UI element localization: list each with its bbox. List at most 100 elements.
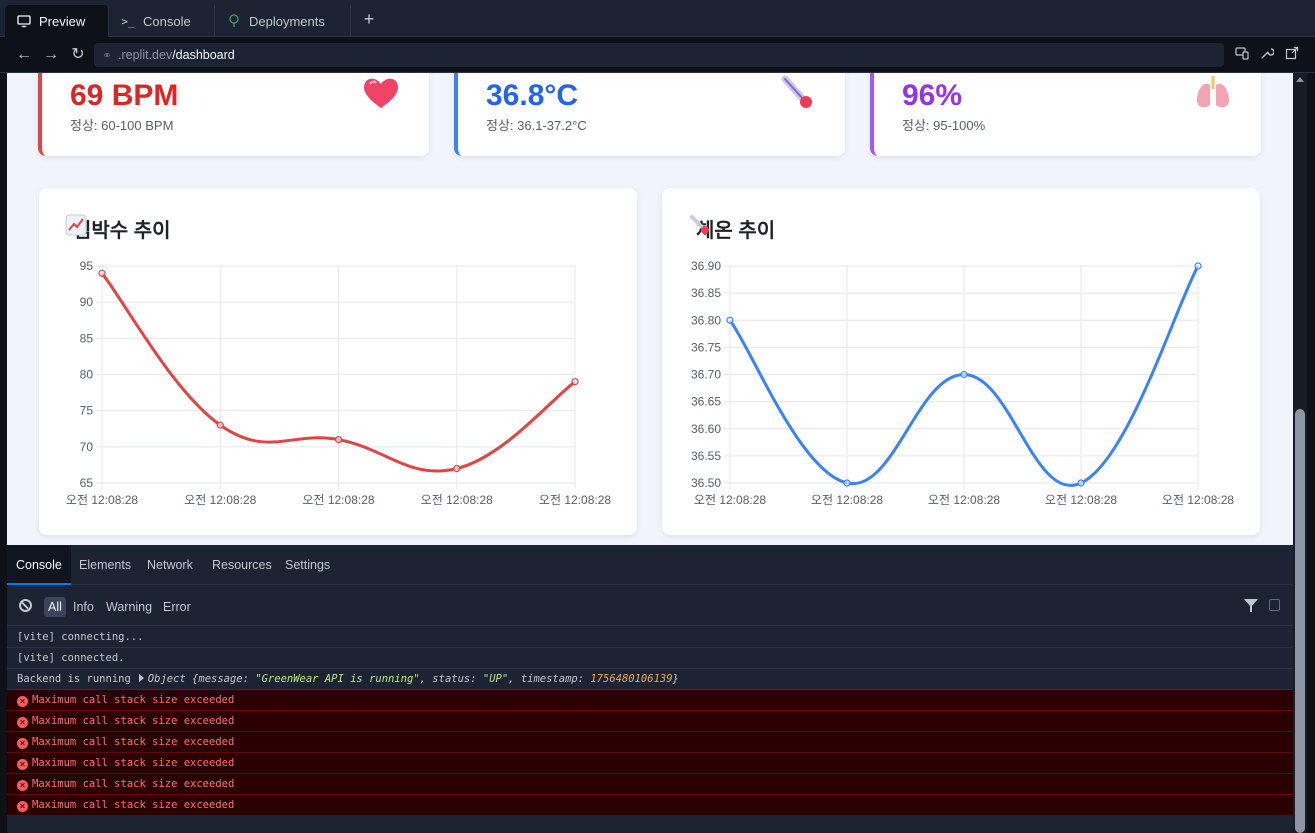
terminal-icon: >_	[121, 14, 135, 28]
tab-label: Console	[143, 13, 191, 29]
temperature-range: 정상: 36.1-37.2°C	[486, 118, 587, 133]
tab-deployments[interactable]: Deployments	[215, 5, 351, 37]
copy-icon[interactable]	[1269, 599, 1280, 611]
console-filter-bar: All Info Warning Error	[7, 586, 1293, 626]
x-tick-label: 오전 12:08:28	[302, 493, 374, 507]
temperature-card: 36.8°C 정상: 36.1-37.2°C	[454, 73, 845, 156]
console-error-line: ✕ Maximum call stack size exceeded	[7, 753, 1293, 774]
data-point[interactable]	[1077, 479, 1085, 487]
y-tick-label: 36.55	[691, 449, 721, 463]
y-tick-label: 90	[80, 295, 94, 309]
filter-funnel-icon[interactable]	[1244, 599, 1258, 612]
external-link-icon[interactable]	[1283, 46, 1301, 64]
clear-console-icon[interactable]	[19, 599, 32, 612]
data-point[interactable]	[960, 370, 968, 379]
y-tick-label: 36.70	[691, 368, 721, 382]
console-log-line: [vite] connected.	[7, 648, 1293, 669]
scrollbar-thumb[interactable]	[1295, 409, 1305, 833]
data-point[interactable]	[1194, 262, 1202, 270]
scroll-up-arrow-icon[interactable]	[1296, 77, 1304, 82]
error-icon: ✕	[17, 801, 28, 812]
heart-rate-chart-card: 심박수 추이 95 90 85 80 75 70 65 오전 12:08:28 오전 12:08…	[39, 188, 637, 535]
data-point[interactable]	[726, 316, 734, 324]
data-point[interactable]	[843, 479, 851, 487]
filter-info[interactable]: Info	[69, 597, 98, 617]
y-tick-label: 36.50	[691, 476, 721, 490]
data-point[interactable]	[571, 378, 579, 386]
y-tick-label: 80	[80, 368, 94, 382]
forward-arrow-icon[interactable]: →	[41, 45, 61, 65]
data-point[interactable]	[453, 464, 461, 473]
wrench-icon[interactable]	[1258, 46, 1276, 64]
x-tick-label: 오전 12:08:28	[1162, 493, 1234, 507]
filter-all[interactable]: All	[44, 597, 66, 617]
y-tick-label: 36.75	[691, 340, 721, 354]
x-tick-label: 오전 12:08:28	[811, 493, 883, 507]
devices-icon[interactable]	[1233, 46, 1251, 64]
console-error-line: ✕ Maximum call stack size exceeded	[7, 795, 1293, 816]
error-icon: ✕	[17, 696, 28, 707]
filter-warning[interactable]: Warning	[102, 597, 156, 617]
console-error-line: ✕ Maximum call stack size exceeded	[7, 711, 1293, 732]
expand-object-icon[interactable]	[138, 674, 144, 682]
y-tick-label: 36.90	[691, 259, 721, 273]
data-point[interactable]	[98, 269, 106, 277]
x-tick-label: 오전 12:08:28	[66, 493, 138, 507]
url-host: .replit.dev	[118, 48, 173, 62]
add-tab-button[interactable]: +	[360, 8, 378, 32]
oxygen-card: 96% 정상: 95-100%	[870, 73, 1261, 156]
console-error-line: ✕ Maximum call stack size exceeded	[7, 732, 1293, 753]
y-tick-label: 36.80	[691, 313, 721, 327]
deploy-icon	[227, 14, 241, 28]
y-tick-label: 75	[80, 404, 94, 418]
console-log-line: [vite] connecting...	[7, 627, 1293, 648]
x-tick-label: 오전 12:08:28	[928, 493, 1000, 507]
tab-preview[interactable]: Preview	[5, 5, 109, 37]
tab-console[interactable]: >_ Console	[109, 5, 215, 37]
temperature-chart-card: 체온 추이 36.90 36.85 36.80 36.75 36.70 36.65 36.6…	[662, 188, 1260, 535]
x-tick-label: 오전 12:08:28	[539, 493, 611, 507]
temperature-value: 36.8°C	[486, 79, 579, 112]
tab-bar: Preview >_ Console Deployments +	[0, 0, 1315, 37]
error-icon: ✕	[17, 780, 28, 791]
oxygen-range: 정상: 95-100%	[902, 118, 986, 133]
x-tick-label: 오전 12:08:28	[694, 493, 766, 507]
error-icon: ✕	[17, 738, 28, 749]
thermometer-icon	[777, 75, 817, 118]
data-point[interactable]	[216, 421, 224, 429]
error-icon: ✕	[17, 717, 28, 728]
y-tick-label: 36.60	[691, 422, 721, 436]
data-point[interactable]	[334, 436, 343, 444]
y-tick-label: 95	[80, 259, 94, 273]
heart-rate-card: 69 BPM 정상: 60-100 BPM	[38, 73, 429, 156]
url-bar: ← → ↻ ⚭ .replit.dev/dashboard	[0, 37, 1315, 73]
back-arrow-icon[interactable]: ←	[14, 45, 34, 65]
url-path: /dashboard	[172, 48, 235, 62]
y-tick-label: 70	[80, 440, 94, 454]
y-tick-label: 36.85	[691, 286, 721, 300]
y-tick-label: 65	[80, 476, 94, 490]
x-tick-label: 오전 12:08:28	[421, 493, 493, 507]
error-icon: ✕	[17, 759, 28, 770]
console-error-line: ✕ Maximum call stack size exceeded	[7, 690, 1293, 711]
oxygen-value: 96%	[902, 79, 963, 112]
devtools-tab-network[interactable]: Network	[147, 545, 193, 585]
preview-scrollbar[interactable]	[1293, 73, 1307, 833]
heart-rate-value: 69 BPM	[70, 79, 179, 112]
monitor-icon	[17, 14, 31, 28]
replit-workspace: Preview >_ Console Deployments + ← → ↻ ⚭…	[0, 0, 1315, 833]
devtools-tab-elements[interactable]: Elements	[79, 545, 131, 585]
console-log-line: Backend is running Object {message: "Gree…	[7, 669, 1293, 690]
devtools-tab-resources[interactable]: Resources	[212, 545, 272, 585]
y-tick-label: 85	[80, 331, 94, 345]
reload-icon[interactable]: ↻	[68, 45, 88, 65]
link-icon: ⚭	[102, 49, 112, 62]
devtools-tab-console[interactable]: Console	[7, 545, 71, 585]
devtools-panel: Console Elements Network Resources Setti…	[7, 545, 1293, 833]
url-input[interactable]: ⚭ .replit.dev/dashboard	[94, 43, 1224, 67]
tab-label: Preview	[39, 13, 86, 29]
filter-error[interactable]: Error	[159, 597, 195, 617]
x-tick-label: 오전 12:08:28	[184, 493, 256, 507]
heart-rate-range: 정상: 60-100 BPM	[70, 118, 174, 133]
devtools-tab-settings[interactable]: Settings	[285, 545, 330, 585]
